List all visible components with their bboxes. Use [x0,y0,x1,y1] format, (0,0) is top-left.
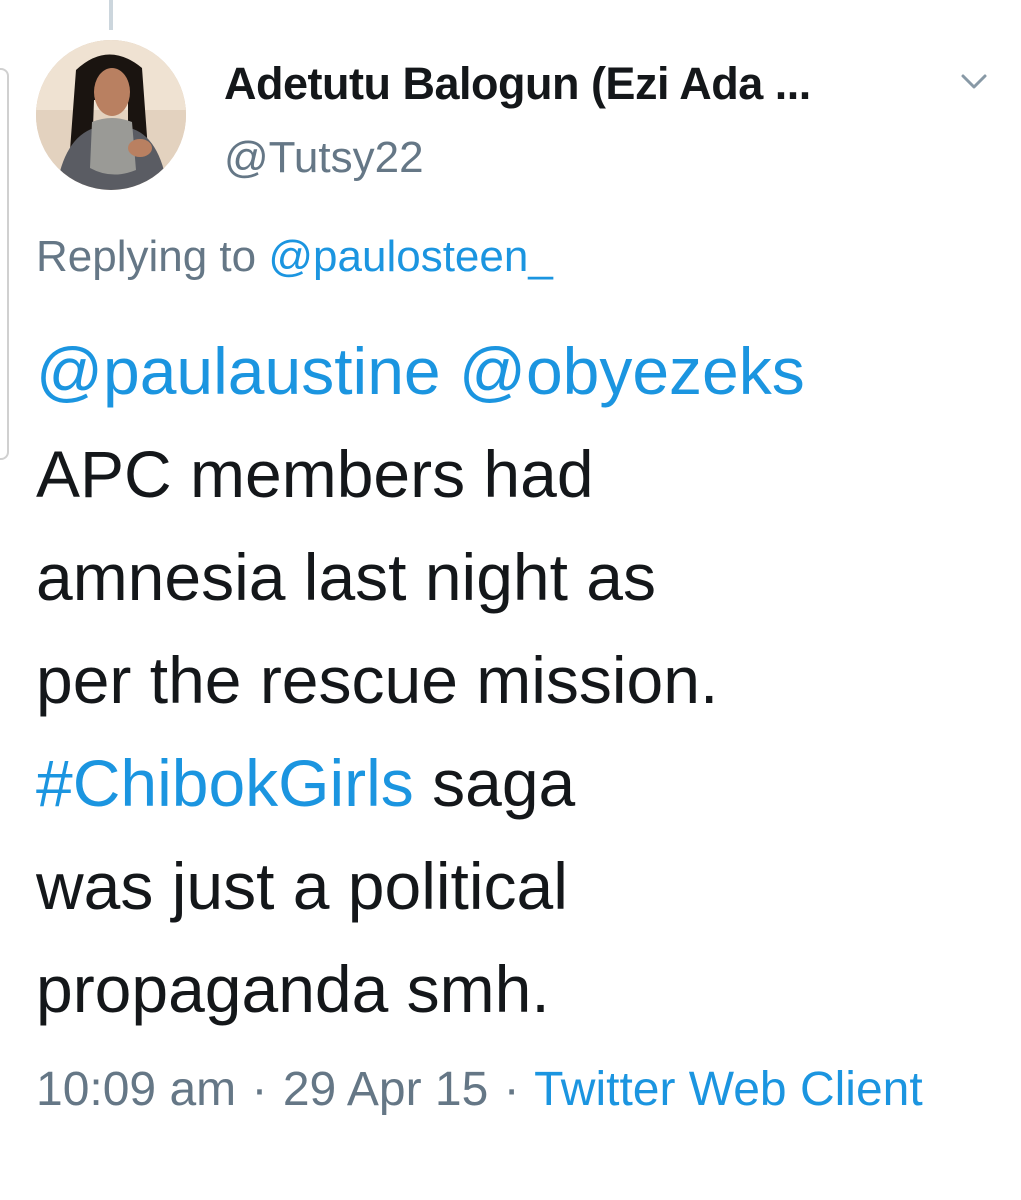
thread-connector-line [109,0,113,30]
separator-dot: · [251,1063,268,1116]
tweet-text-line: APC members had [36,437,594,511]
avatar-photo [36,40,186,190]
tweet-text-line: was just a political [36,849,568,923]
tweet-text: @paulaustine @obyezeks APC members had a… [36,320,996,1041]
author-handle[interactable]: @Tutsy22 [224,133,424,183]
tweet-text-line-hashtag: #ChibokGirls saga [36,732,996,835]
edge-divider [0,68,9,460]
hashtag-link[interactable]: #ChibokGirls [36,746,414,820]
tweet-date[interactable]: 29 Apr 15 [283,1063,489,1116]
tweet-text-line: amnesia last night as [36,540,657,614]
replying-to-handle-link[interactable]: @paulosteen_ [268,232,552,281]
chevron-down-icon [961,74,987,89]
more-options-button[interactable] [952,60,996,104]
replying-to-label: Replying to [36,232,257,281]
tweet-text-fragment: saga [413,746,576,820]
replying-to: Replying to @paulosteen_ [36,232,553,282]
separator-dot: · [503,1063,520,1116]
tweet-source-link[interactable]: Twitter Web Client [534,1063,923,1116]
tweet-mentions-link[interactable]: @paulaustine @obyezeks [36,320,996,423]
avatar[interactable] [36,40,186,190]
tweet-text-line: per the rescue mission. [36,643,719,717]
tweet-metadata: 10:09 am · 29 Apr 15 · Twitter Web Clien… [36,1055,996,1125]
author-display-name[interactable]: Adetutu Balogun (Ezi Ada ... [224,58,811,110]
tweet-text-line: propaganda smh. [36,952,550,1026]
tweet-time[interactable]: 10:09 am [36,1063,236,1116]
